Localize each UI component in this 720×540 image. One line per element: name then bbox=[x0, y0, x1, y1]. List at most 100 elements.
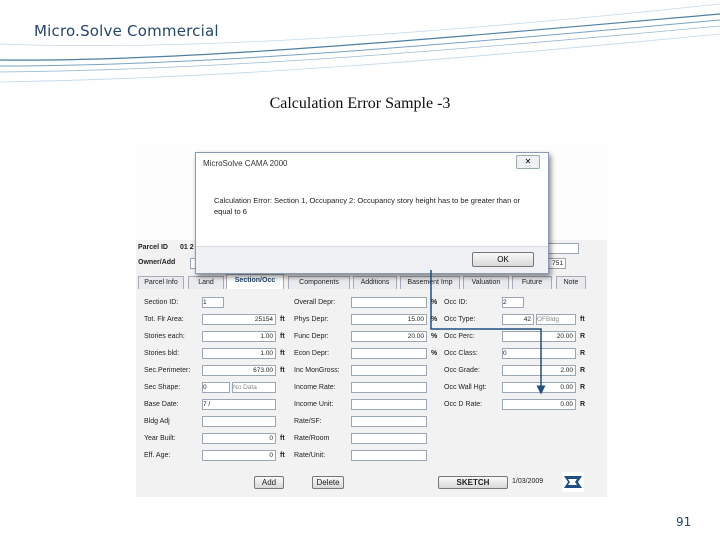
owner-label: Owner/Add bbox=[138, 259, 176, 266]
left-label: Year Built: bbox=[144, 435, 176, 442]
application-screenshot: Parcel ID 01 2 Owner/Add 751 Parcel Info… bbox=[136, 144, 607, 497]
right-label: Occ Type: bbox=[444, 316, 476, 323]
mid-label: Income Rate: bbox=[294, 384, 336, 391]
phys-depr-field[interactable]: 15.00 bbox=[351, 314, 427, 325]
mid-label: Income Unit: bbox=[294, 401, 334, 408]
mid-label: Econ Depr: bbox=[294, 350, 330, 357]
close-icon[interactable]: ✕ bbox=[516, 155, 540, 169]
occ-id-field[interactable]: 2 bbox=[502, 297, 524, 308]
right-label: Occ Perc: bbox=[444, 333, 475, 340]
slide-title: Micro.Solve Commercial bbox=[34, 22, 219, 40]
occ-perc-field[interactable]: 20.00 bbox=[502, 331, 576, 342]
parcel-id-label: Parcel ID bbox=[138, 244, 168, 251]
left-label: Tot. Flr Area: bbox=[144, 316, 184, 323]
unit-label: R bbox=[580, 333, 586, 340]
mid-label: Phys Depr: bbox=[294, 316, 329, 323]
income-rate-field[interactable] bbox=[351, 382, 427, 393]
ok-button[interactable]: OK bbox=[472, 252, 534, 267]
mid-label: Overall Depr: bbox=[294, 299, 336, 306]
base-date-field[interactable]: 7 / bbox=[202, 399, 276, 410]
add-button[interactable]: Add bbox=[254, 476, 284, 489]
unit-label: ft bbox=[280, 350, 285, 357]
sketch-button[interactable]: SKETCH bbox=[438, 476, 508, 489]
left-label: Eff. Age: bbox=[144, 452, 171, 459]
right-label: Occ Wall Hgt: bbox=[444, 384, 487, 391]
income-unit-field[interactable] bbox=[351, 399, 427, 410]
parcel-extra-field[interactable] bbox=[546, 243, 579, 254]
dialog-title: MicroSolve CAMA 2000 bbox=[203, 159, 288, 168]
unit-label: % bbox=[431, 333, 438, 340]
sec-shape-field[interactable]: 0 bbox=[202, 382, 230, 393]
mid-label: Rate/Room bbox=[294, 435, 330, 442]
date-text: 1/03/2009 bbox=[512, 478, 544, 485]
tab-components[interactable]: Components bbox=[288, 276, 350, 289]
left-label: Sec.Perimeter: bbox=[144, 367, 191, 374]
sec-shape-hint: No Data bbox=[232, 382, 276, 393]
owner-end-field[interactable]: 751 bbox=[547, 258, 566, 269]
rate-room-field[interactable] bbox=[351, 433, 427, 444]
unit-label: % bbox=[431, 299, 438, 306]
right-label: Occ D Rate: bbox=[444, 401, 483, 408]
unit-label: % bbox=[431, 350, 438, 357]
tab-additions[interactable]: Additions bbox=[353, 276, 397, 289]
mid-label: Inc MonGross: bbox=[294, 367, 340, 374]
left-label: Stories each: bbox=[144, 333, 185, 340]
econ-depr-field[interactable] bbox=[351, 348, 427, 359]
section-occupancy-form: Parcel ID 01 2 Owner/Add 751 Parcel Info… bbox=[136, 240, 607, 497]
unit-label: ft bbox=[280, 367, 285, 374]
mid-label: Rate/SF: bbox=[294, 418, 322, 425]
func-depr-field[interactable]: 20.00 bbox=[351, 331, 427, 342]
parcel-id-value: 01 2 bbox=[180, 244, 194, 251]
tab-future[interactable]: Future bbox=[512, 276, 552, 289]
header-swoosh bbox=[0, 3, 720, 83]
mid-label: Func Depr: bbox=[294, 333, 329, 340]
occ-wall-hgt-field[interactable]: 0.00 bbox=[502, 382, 576, 393]
occ-type-hint: OFBldg bbox=[536, 314, 576, 325]
unit-label: R bbox=[580, 350, 586, 357]
right-label: Occ ID: bbox=[444, 299, 468, 306]
unit-label: ft bbox=[280, 452, 285, 459]
left-label: Sec Shape: bbox=[144, 384, 181, 391]
tab-land[interactable]: Land bbox=[188, 276, 224, 289]
unit-label: R bbox=[580, 367, 586, 374]
dialog-footer: OK bbox=[196, 246, 548, 273]
slide-heading: Calculation Error Sample -3 bbox=[269, 95, 451, 112]
delete-button[interactable]: Delete bbox=[312, 476, 344, 489]
occ-class-field[interactable]: 0 bbox=[502, 348, 576, 359]
unit-label: ft bbox=[280, 435, 285, 442]
tab-parcel-info[interactable]: Parcel Info bbox=[138, 276, 184, 289]
unit-label: ft bbox=[280, 333, 285, 340]
error-dialog: MicroSolve CAMA 2000 ✕ Calculation Error… bbox=[195, 152, 549, 274]
eff-age-field[interactable]: 0 bbox=[202, 450, 276, 461]
occ-d-rate-field[interactable]: 0.00 bbox=[502, 399, 576, 410]
tab-basement-imp[interactable]: Basement Imp bbox=[400, 276, 460, 289]
stories-each-field[interactable]: 1.00 bbox=[202, 331, 276, 342]
tab-valuation[interactable]: Valuation bbox=[463, 276, 509, 289]
tab-note[interactable]: Note bbox=[556, 276, 586, 289]
rate-unit-field[interactable] bbox=[351, 450, 427, 461]
section-id-field[interactable]: 1 bbox=[202, 297, 224, 308]
unit-label: % bbox=[431, 316, 438, 323]
left-label: Base Date: bbox=[144, 401, 179, 408]
unit-label: ft bbox=[580, 316, 585, 323]
left-label: Section ID: bbox=[144, 299, 179, 306]
tab-strip: Parcel Info Land Section/Occ Components … bbox=[138, 274, 586, 290]
stories-bld-field[interactable]: 1.00 bbox=[202, 348, 276, 359]
left-label: Stories bld: bbox=[144, 350, 180, 357]
year-built-field[interactable]: 0 bbox=[202, 433, 276, 444]
unit-label: R bbox=[580, 384, 586, 391]
occ-grade-field[interactable]: 2.00 bbox=[502, 365, 576, 376]
inc-mon-gross-field[interactable] bbox=[351, 365, 427, 376]
sec-perimeter-field[interactable]: 673.00 bbox=[202, 365, 276, 376]
overall-depr-field[interactable] bbox=[351, 297, 427, 308]
unit-label: R bbox=[580, 401, 586, 408]
mid-label: Rate/Unit: bbox=[294, 452, 326, 459]
error-message: Calculation Error: Section 1, Occupancy … bbox=[214, 196, 520, 216]
app-logo-icon bbox=[562, 472, 584, 492]
total-floor-area-field[interactable]: 25154 bbox=[202, 314, 276, 325]
occ-type-field[interactable]: 42 bbox=[502, 314, 534, 325]
tab-section-occ[interactable]: Section/Occ bbox=[226, 274, 284, 289]
bldg-adj-field[interactable] bbox=[202, 416, 276, 427]
rate-sf-field[interactable] bbox=[351, 416, 427, 427]
page-number: 91 bbox=[676, 515, 692, 529]
